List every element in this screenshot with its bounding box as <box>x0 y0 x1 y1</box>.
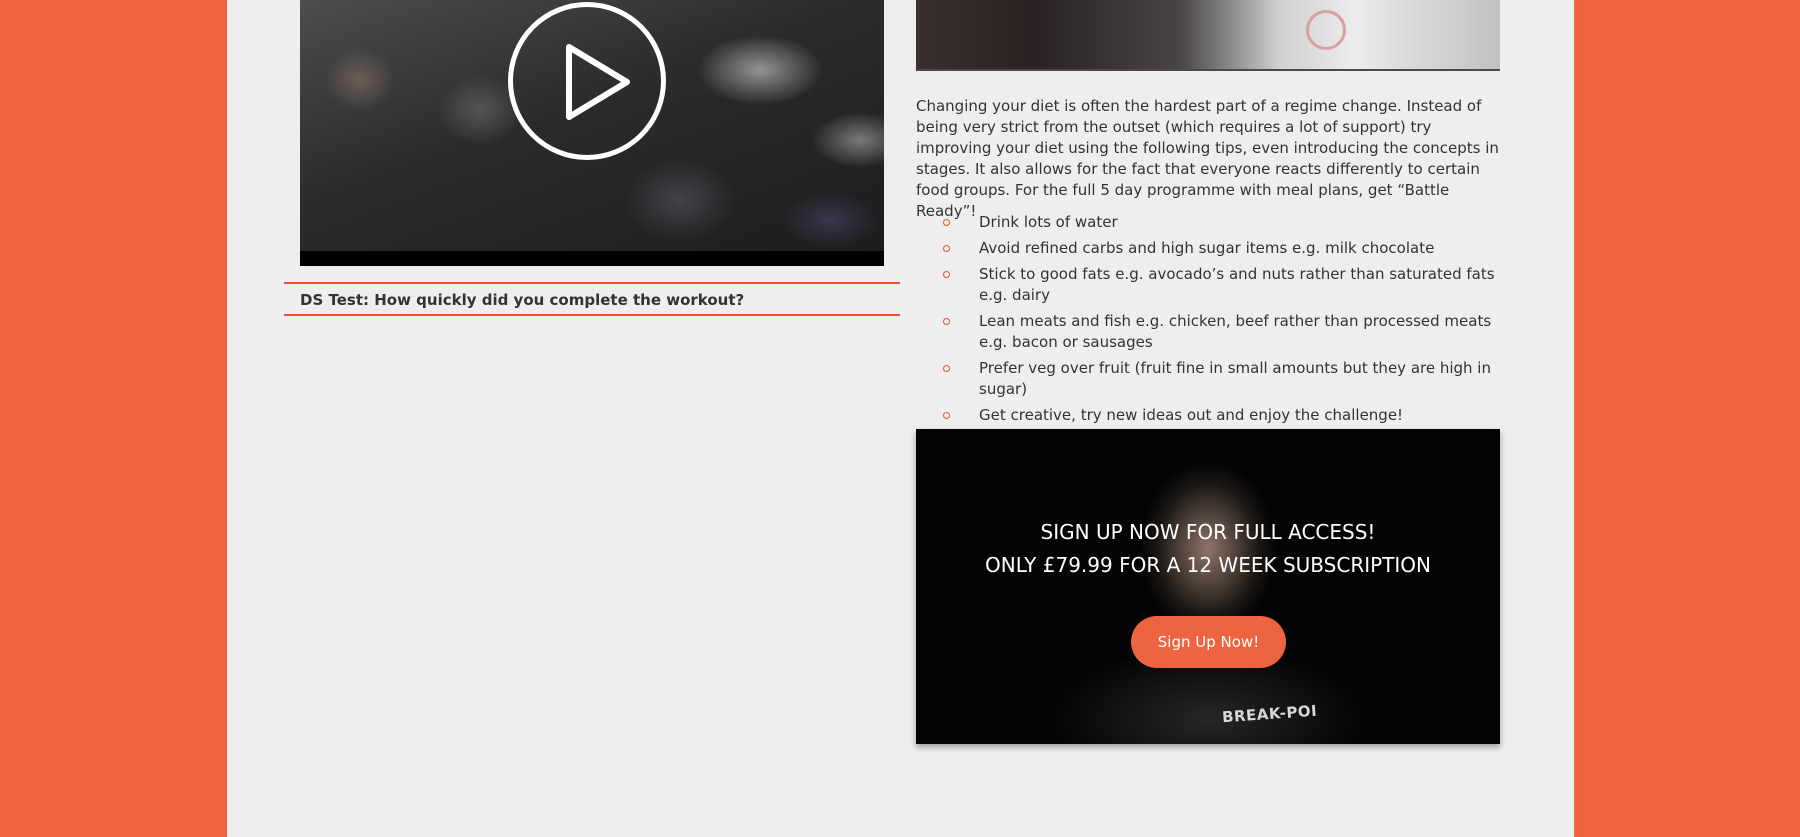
list-item: Stick to good fats e.g. avocado’s and nu… <box>916 264 1506 306</box>
tip-text: Avoid refined carbs and high sugar items… <box>979 239 1435 257</box>
bullet-icon <box>943 245 950 252</box>
bullet-icon <box>943 219 950 226</box>
promo-headline: SIGN UP NOW FOR FULL ACCESS! <box>1040 520 1376 544</box>
content-area: DS Test: How quickly did you complete th… <box>227 0 1574 837</box>
tip-text: Prefer veg over fruit (fruit fine in sma… <box>979 359 1491 398</box>
bullet-icon <box>943 318 950 325</box>
photo-detail <box>1306 10 1346 50</box>
tip-text: Get creative, try new ideas out and enjo… <box>979 406 1404 424</box>
list-item: Prefer veg over fruit (fruit fine in sma… <box>916 358 1506 400</box>
quiz-accordion[interactable]: DS Test: How quickly did you complete th… <box>284 282 900 316</box>
list-item: Drink lots of water <box>916 212 1506 233</box>
bullet-icon <box>943 271 950 278</box>
workout-video[interactable] <box>300 0 884 266</box>
promo-price: ONLY £79.99 FOR A 12 WEEK SUBSCRIPTION <box>984 553 1431 577</box>
diet-intro-text: Changing your diet is often the hardest … <box>916 97 1499 220</box>
bullet-icon <box>943 412 950 419</box>
tip-text: Lean meats and fish e.g. chicken, beef r… <box>979 312 1492 351</box>
list-item: Get creative, try new ideas out and enjo… <box>916 405 1506 426</box>
list-item: Avoid refined carbs and high sugar items… <box>916 238 1506 259</box>
signup-promo: BREAK-POI SIGN UP NOW FOR FULL ACCESS! O… <box>916 429 1500 744</box>
play-button[interactable] <box>508 2 666 160</box>
bullet-icon <box>943 365 950 372</box>
promo-background-photo <box>916 429 1500 744</box>
article-photo <box>916 0 1500 71</box>
quiz-title: DS Test: How quickly did you complete th… <box>300 291 745 309</box>
diet-tips-list: Drink lots of water Avoid refined carbs … <box>916 212 1506 431</box>
tip-text: Stick to good fats e.g. avocado’s and nu… <box>979 265 1495 304</box>
play-icon <box>566 44 630 120</box>
sign-up-button[interactable]: Sign Up Now! <box>1131 616 1286 668</box>
tip-text: Drink lots of water <box>979 213 1118 231</box>
list-item: Lean meats and fish e.g. chicken, beef r… <box>916 311 1506 353</box>
